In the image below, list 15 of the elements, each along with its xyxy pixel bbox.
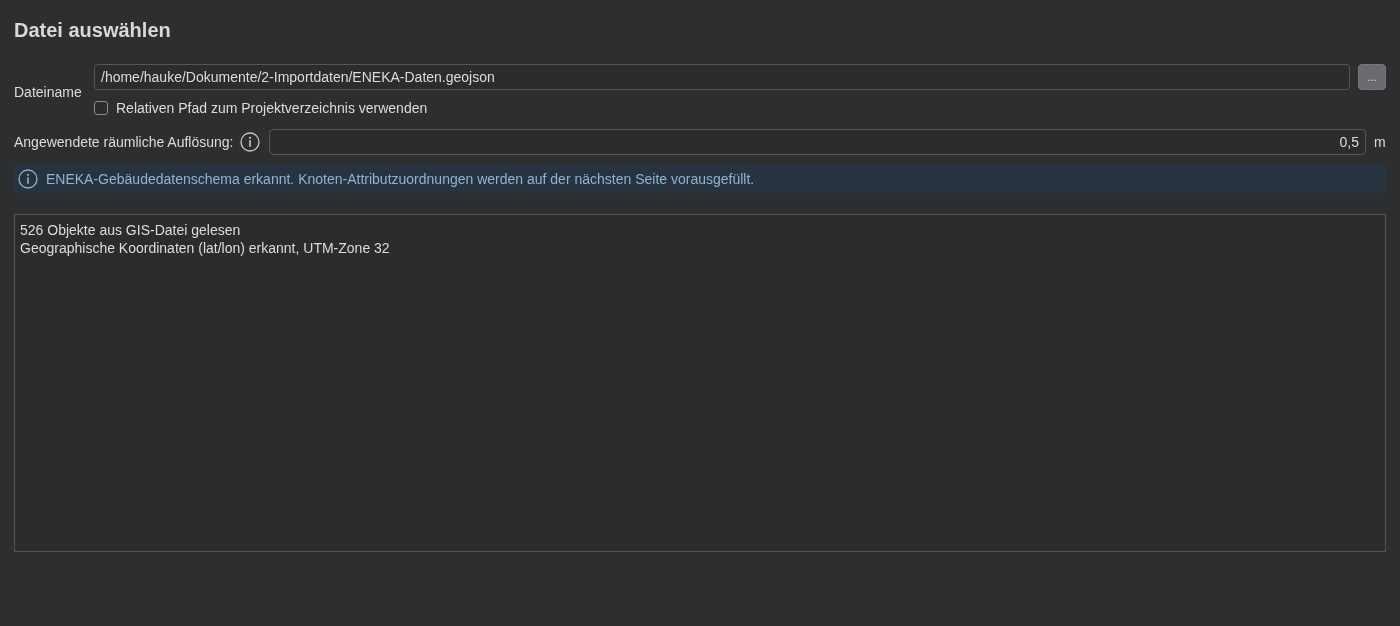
- filename-label: Dateiname: [14, 82, 83, 100]
- info-icon: [240, 132, 261, 152]
- resolution-field[interactable]: 0,5: [269, 129, 1366, 155]
- info-icon: [18, 168, 38, 189]
- log-line: 526 Objekte aus GIS-Datei gelesen: [20, 221, 241, 239]
- resolution-label: Angewendete räumliche Auflösung:: [14, 134, 234, 150]
- unit-label: m: [1374, 134, 1386, 150]
- checkbox[interactable]: [94, 101, 108, 115]
- checkbox-label[interactable]: Relativen Pfad zum Projektverzeichnis verwenden: [116, 100, 428, 116]
- log-text-area[interactable]: 526 Objekte aus GIS-Datei gelesen Geographische Koordinaten (lat/lon) erkannt, UTM-Zone 32: [14, 214, 1386, 552]
- page-title: Datei auswählen: [14, 18, 171, 43]
- browse-button[interactable]: ...: [1358, 64, 1386, 90]
- info-message: ENEKA-Gebäudedatenschema erkannt. Knoten-Attributzuordnungen werden auf der nächsten Seite vorausgefüllt.: [46, 170, 755, 187]
- filename-field[interactable]: /home/hauke/Dokumente/2-Importdaten/ENEKA-Daten.geojson: [94, 64, 1350, 90]
- log-line: Geographische Koordinaten (lat/lon) erkannt, UTM-Zone 32: [20, 239, 390, 257]
